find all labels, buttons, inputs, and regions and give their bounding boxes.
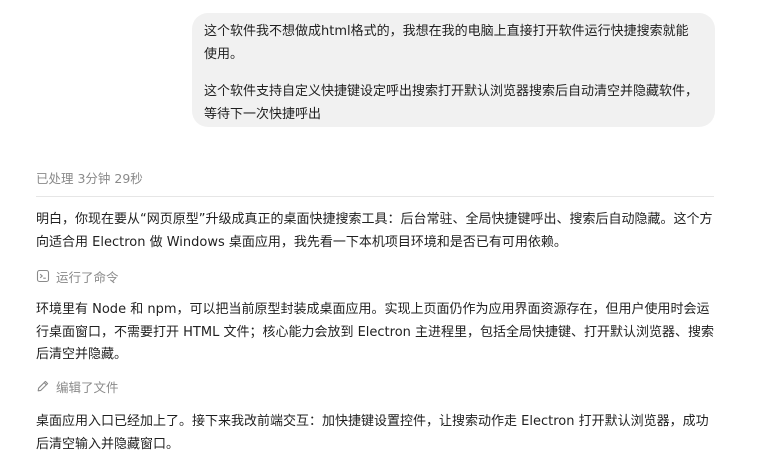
processing-status[interactable]: 已处理 3分钟 29秒 bbox=[36, 170, 143, 188]
divider bbox=[36, 196, 714, 197]
pencil-icon bbox=[36, 379, 50, 393]
assistant-paragraph: 明白，你现在要从“网页原型”升级成真正的桌面快捷搜索工具：后台常驻、全局快捷键呼… bbox=[36, 212, 713, 250]
assistant-paragraph: 桌面应用入口已经加上了。接下来我改前端交互：加快捷键设置控件，让搜索动作走 El… bbox=[36, 414, 709, 452]
terminal-icon bbox=[36, 269, 50, 283]
assistant-paragraph: 环境里有 Node 和 npm，可以把当前原型封装成桌面应用。实现上页面仍作为应… bbox=[36, 302, 715, 362]
edited-file-row[interactable]: 编辑了文件 bbox=[36, 376, 119, 396]
ran-command-row[interactable]: 运行了命令 bbox=[36, 266, 119, 286]
user-message-bubble: 这个软件我不想做成html格式的，我想在我的电脑上直接打开软件运行快捷搜索就能使… bbox=[192, 13, 715, 127]
ran-command-label: 运行了命令 bbox=[56, 269, 119, 285]
edited-file-label: 编辑了文件 bbox=[56, 379, 119, 395]
user-message-paragraph: 这个软件我不想做成html格式的，我想在我的电脑上直接打开软件运行快捷搜索就能使… bbox=[204, 24, 689, 62]
user-message-paragraph: 这个软件支持自定义快捷键设定呼出搜索打开默认浏览器搜索后自动清空并隐藏软件，等待… bbox=[204, 84, 699, 122]
